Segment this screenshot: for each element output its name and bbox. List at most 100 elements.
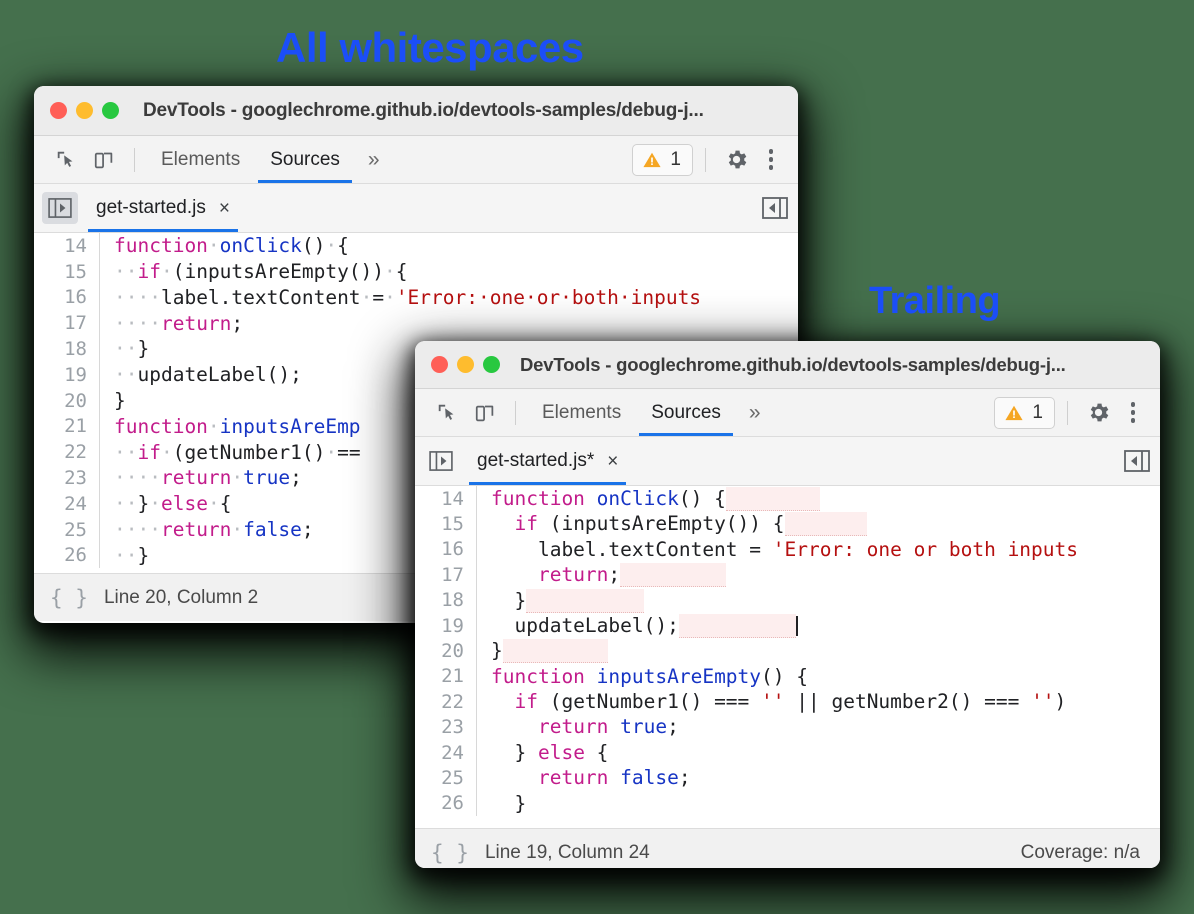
code-token-kw: return	[538, 715, 608, 738]
close-window-button[interactable]	[50, 102, 67, 119]
maximize-window-button[interactable]	[483, 356, 500, 373]
show-navigator-icon[interactable]	[42, 192, 78, 224]
code-token-kw: if	[514, 690, 537, 713]
code-token-plain: )	[1055, 690, 1067, 713]
code-row[interactable]: 14function·onClick()·{	[34, 233, 798, 259]
code-row[interactable]: 18 }	[415, 588, 1160, 613]
close-icon[interactable]: ×	[219, 199, 230, 218]
code-line-content: ··if·(getNumber1()·==	[100, 443, 361, 463]
device-toolbar-icon[interactable]	[86, 143, 122, 177]
chevron-double-right-icon[interactable]: »	[737, 401, 773, 425]
code-row[interactable]: 21function inputsAreEmpty() {	[415, 664, 1160, 689]
gear-icon[interactable]	[1080, 396, 1116, 430]
screenshot-stage: DevTools - googlechrome.github.io/devtoo…	[0, 0, 1194, 914]
code-token-plain: {	[585, 741, 608, 764]
file-tab-get-started[interactable]: get-started.js* ×	[465, 437, 630, 485]
code-token-kw: function	[114, 234, 208, 257]
format-braces-icon[interactable]: { }	[50, 586, 88, 610]
tab-sources[interactable]: Sources	[256, 136, 354, 183]
code-row[interactable]: 23 return true;	[415, 715, 1160, 740]
warning-pill[interactable]: 1	[632, 144, 693, 176]
code-row[interactable]: 17 return;	[415, 562, 1160, 587]
code-row[interactable]: 14function onClick() {	[415, 486, 1160, 511]
code-line-content: ··if·(inputsAreEmpty())·{	[100, 262, 408, 282]
code-row[interactable]: 26 }	[415, 791, 1160, 816]
show-navigator-icon[interactable]	[423, 445, 459, 477]
code-row[interactable]: 15··if·(inputsAreEmpty())·{	[34, 259, 798, 285]
maximize-window-button[interactable]	[102, 102, 119, 119]
code-token-str: ''	[1031, 690, 1054, 713]
code-line-content: } else {	[477, 743, 608, 763]
code-token-plain	[491, 766, 538, 789]
code-line-content: function onClick() {	[477, 489, 820, 509]
toolbar-divider-2	[705, 148, 706, 172]
code-token-plain	[585, 487, 597, 510]
code-row[interactable]: 15 if (inputsAreEmpty()) {	[415, 511, 1160, 536]
code-row[interactable]: 25 return false;	[415, 765, 1160, 790]
close-icon[interactable]: ×	[607, 452, 618, 471]
code-token-ws: ·	[325, 234, 337, 257]
code-token-trail	[726, 487, 820, 511]
format-braces-icon[interactable]: { }	[431, 841, 469, 865]
collapse-sidebar-icon[interactable]	[1124, 450, 1150, 472]
code-token-kw: return	[161, 518, 231, 541]
window-title: DevTools - googlechrome.github.io/devtoo…	[520, 354, 1160, 376]
code-line-content: ··}	[100, 546, 149, 566]
code-token-kw: function	[114, 415, 208, 438]
warning-count: 1	[1032, 402, 1043, 424]
code-token-plain: }	[491, 792, 526, 815]
kebab-menu-icon[interactable]	[1118, 398, 1148, 428]
annotation-all-whitespaces: All whitespaces	[276, 24, 584, 72]
code-row[interactable]: 16 label.textContent = 'Error: one or bo…	[415, 537, 1160, 562]
code-line-content: function·onClick()·{	[100, 236, 349, 256]
chevron-double-right-icon[interactable]: »	[356, 148, 392, 172]
code-row[interactable]: 16····label.textContent·=·'Error:·one·or…	[34, 285, 798, 311]
code-token-ws: ·	[325, 441, 337, 464]
devtools-window-trailing[interactable]: DevTools - googlechrome.github.io/devtoo…	[415, 341, 1160, 868]
line-number: 25	[415, 765, 477, 790]
code-row[interactable]: 17····return;	[34, 310, 798, 336]
line-number: 20	[34, 388, 100, 414]
line-number: 15	[34, 259, 100, 285]
code-row[interactable]: 22 if (getNumber1() === '' || getNumber2…	[415, 689, 1160, 714]
code-token-plain: {	[220, 492, 232, 515]
code-editor[interactable]: 14function onClick() { 15 if (inputsAreE…	[415, 486, 1160, 828]
inspect-cursor-icon[interactable]	[48, 143, 84, 177]
line-number: 26	[34, 543, 100, 569]
line-number: 19	[34, 362, 100, 388]
minimize-window-button[interactable]	[76, 102, 93, 119]
minimize-window-button[interactable]	[457, 356, 474, 373]
tab-elements[interactable]: Elements	[147, 136, 254, 183]
devtools-toolbar: Elements Sources » 1	[415, 389, 1160, 437]
line-number: 24	[415, 740, 477, 765]
code-token-ws: ·	[208, 234, 220, 257]
inspect-cursor-icon[interactable]	[429, 396, 465, 430]
code-token-plain: (inputsAreEmpty())	[173, 260, 384, 283]
code-line-content: ····return·true;	[100, 468, 302, 488]
code-row[interactable]: 20}	[415, 638, 1160, 663]
line-number: 22	[34, 439, 100, 465]
device-toolbar-icon[interactable]	[467, 396, 503, 430]
code-row[interactable]: 19 updateLabel();	[415, 613, 1160, 638]
file-tabstrip: get-started.js ×	[34, 184, 798, 233]
tab-sources[interactable]: Sources	[637, 389, 735, 436]
code-row[interactable]: 24 } else {	[415, 740, 1160, 765]
close-window-button[interactable]	[431, 356, 448, 373]
tab-elements[interactable]: Elements	[528, 389, 635, 436]
coverage-label: Coverage: n/a	[1021, 842, 1140, 864]
code-line-content: }	[477, 591, 644, 611]
code-line-content: ··}	[100, 339, 149, 359]
traffic-lights	[50, 102, 119, 119]
warning-pill[interactable]: 1	[994, 397, 1055, 429]
code-token-fn: true	[620, 715, 667, 738]
line-number: 14	[415, 486, 477, 511]
gear-icon[interactable]	[718, 143, 754, 177]
code-token-plain	[585, 665, 597, 688]
line-number: 16	[34, 285, 100, 311]
code-token-plain: {	[396, 260, 408, 283]
line-number: 24	[34, 491, 100, 517]
code-line-content: ····return;	[100, 314, 243, 334]
file-tab-get-started[interactable]: get-started.js ×	[84, 184, 242, 232]
collapse-sidebar-icon[interactable]	[762, 197, 788, 219]
kebab-menu-icon[interactable]	[756, 145, 786, 175]
